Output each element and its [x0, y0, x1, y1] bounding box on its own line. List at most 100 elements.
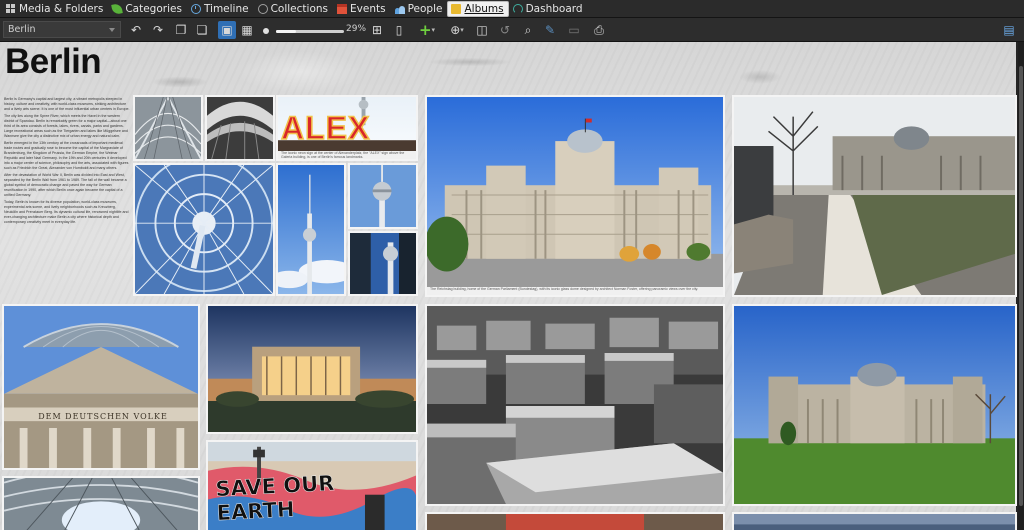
film-strip-button[interactable]: ▭ [563, 21, 585, 39]
redo-button[interactable]: ↷ [149, 21, 167, 39]
page-view-button[interactable]: ▣ [218, 21, 236, 39]
tab-label: Categories [125, 2, 182, 15]
print-button[interactable]: ⎙ [590, 21, 608, 39]
undo-button[interactable]: ↶ [127, 21, 145, 39]
layout-button[interactable]: ⊕ ▾ [444, 21, 470, 39]
vertical-scrollbar[interactable] [1018, 42, 1024, 530]
categories-icon [111, 2, 124, 15]
photo-bottom-right[interactable] [732, 512, 1017, 530]
photo-dome-ramp[interactable] [205, 95, 275, 161]
intro-paragraph: Today, Berlin is known for its diverse p… [4, 200, 129, 224]
reichstag-path-image [734, 97, 1015, 295]
tv-tower-sphere-image [350, 165, 416, 227]
paste-button[interactable]: ❏ [193, 21, 211, 39]
columns-icon: ◫ [476, 23, 488, 37]
timeline-icon [190, 3, 201, 14]
albums-icon [451, 3, 462, 14]
photo-reichstag-lawn[interactable] [732, 304, 1017, 506]
chevron-down-icon: ▾ [460, 26, 464, 34]
reichstag-lawn-image [734, 306, 1015, 504]
columns-button[interactable]: ◫ [473, 21, 491, 39]
tab-dashboard[interactable]: Dashboard [509, 1, 588, 17]
tab-label: People [407, 2, 443, 15]
people-icon [394, 4, 405, 14]
collections-icon [257, 3, 268, 14]
intro-paragraph: The city lies along the Spree River, whi… [4, 114, 128, 138]
intro-paragraph: After the devastation of World War II, B… [4, 173, 127, 197]
photo-tv-tower-buildings[interactable] [348, 231, 418, 296]
photo-tv-tower-sphere[interactable] [348, 163, 418, 229]
dome-skylight-image [4, 478, 198, 530]
zoom-slider-fill [276, 30, 296, 33]
dashboard-icon [512, 3, 523, 14]
pen-button[interactable]: ✎ [541, 21, 559, 39]
album-intro-text[interactable]: Berlin is Germany's capital and largest … [4, 97, 130, 297]
frieze-inscription: DEM DEUTSCHEN VOLKE [38, 412, 168, 421]
photo-tv-tower-tall[interactable] [276, 163, 346, 296]
reichstag-facade-image [4, 306, 198, 468]
photo-reichstag-facade[interactable]: DEM DEUTSCHEN VOLKE [2, 304, 200, 470]
tab-categories[interactable]: Categories [108, 1, 187, 17]
module-tab-bar: Media & Folders Categories Timeline Coll… [0, 0, 1024, 18]
photo-dome-interior[interactable] [133, 95, 203, 161]
media-folders-icon [6, 3, 16, 14]
zoom-level: 29% [346, 24, 367, 34]
album-canvas[interactable]: Berlin Berlin is Germany's capital and l… [0, 42, 1018, 530]
zoom-slider[interactable] [276, 30, 344, 33]
tab-collections[interactable]: Collections [254, 1, 333, 17]
document-icon: ▤ [1003, 23, 1015, 37]
holocaust-memorial-image [427, 306, 723, 504]
album-selector[interactable]: Berlin [3, 21, 121, 38]
pen-icon: ✎ [544, 23, 556, 37]
dome-interior-image [135, 97, 201, 159]
bottom-center-image [427, 514, 723, 530]
photo-reichstag-main[interactable]: The Reichstag building, home of the Germ… [425, 95, 725, 297]
single-page-icon: ▯ [395, 23, 403, 37]
chevron-down-icon: ▾ [431, 26, 436, 34]
photo-caption: The iconic neon sign at the center of Al… [278, 151, 416, 159]
fit-page-button[interactable]: ⊞ [368, 21, 386, 39]
search-button[interactable]: ⌕ [519, 21, 537, 39]
tv-tower-tall-image [278, 165, 344, 294]
tab-media-folders[interactable]: Media & Folders [2, 1, 108, 17]
photo-holocaust-memorial[interactable] [425, 304, 725, 506]
photo-dome-skylight[interactable] [2, 476, 200, 530]
add-button[interactable]: + ▾ [414, 21, 440, 39]
album-page[interactable]: Berlin Berlin is Germany's capital and l… [0, 42, 1017, 530]
copy-button[interactable]: ❐ [172, 21, 190, 39]
single-page-button[interactable]: ▯ [390, 21, 408, 39]
zoom-out-icon[interactable] [263, 28, 269, 34]
rotate-button[interactable]: ↺ [496, 21, 514, 39]
print-icon: ⎙ [594, 22, 604, 37]
tab-albums[interactable]: Albums [447, 0, 509, 17]
events-icon [337, 3, 348, 14]
scrollbar-thumb[interactable] [1019, 66, 1023, 506]
intro-paragraph: Berlin emerged in the 13th century at th… [4, 141, 129, 170]
sony-center-roof-image [135, 165, 273, 294]
undo-icon: ↶ [130, 23, 142, 37]
grid-view-icon: ▦ [241, 23, 253, 37]
photo-chancellery-dusk[interactable] [206, 304, 418, 434]
tab-people[interactable]: People [391, 1, 448, 17]
tab-events[interactable]: Events [333, 1, 391, 17]
tv-tower-buildings-image [350, 233, 416, 294]
tab-label: Media & Folders [19, 2, 104, 15]
search-icon: ⌕ [524, 22, 532, 37]
dome-ramp-image [207, 97, 273, 159]
add-icon: + [418, 21, 432, 39]
photo-reichstag-path[interactable] [732, 95, 1017, 297]
tab-label: Collections [270, 2, 329, 15]
paste-icon: ❏ [196, 23, 208, 37]
photo-berlin-wall-graffiti[interactable]: SAVE OUR EARTH [206, 440, 418, 530]
tab-timeline[interactable]: Timeline [187, 1, 254, 17]
grid-view-button[interactable]: ▦ [238, 21, 256, 39]
photo-alex-sign[interactable]: ALEX The iconic neon sign at the center … [276, 95, 418, 161]
photo-sony-center-roof[interactable] [133, 163, 275, 296]
app-window: Media & Folders Categories Timeline Coll… [0, 0, 1024, 530]
page-view-icon: ▣ [221, 23, 233, 37]
album-toolbar: Berlin ↶ ↷ ❐ ❏ ▣ ▦ 29% ⊞ ▯ + ▾ ⊕ ▾ ◫ ↺ ⌕ ✎… [0, 18, 1024, 42]
album-title[interactable]: Berlin [5, 42, 102, 82]
document-button[interactable]: ▤ [1000, 21, 1018, 39]
photo-bottom-center[interactable] [425, 512, 725, 530]
tab-label: Timeline [203, 2, 249, 15]
